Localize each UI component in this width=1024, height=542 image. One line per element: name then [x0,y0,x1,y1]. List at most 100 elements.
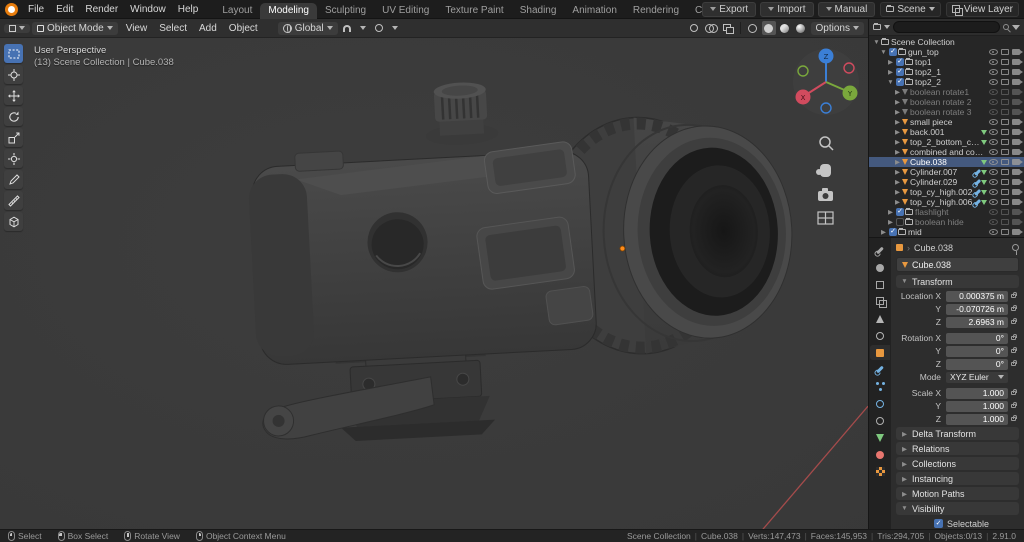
properties-tab-world[interactable] [870,328,890,343]
outliner-editor-icon[interactable] [873,22,881,30]
tab-animation[interactable]: Animation [564,3,624,19]
screen-icon[interactable] [1001,149,1009,155]
camera-icon[interactable] [1012,189,1023,195]
outliner-row-cube-038[interactable]: ▶ Cube.038 [869,157,1024,167]
outliner-row-top2-1[interactable]: ▶ ✓ top2_1 [869,67,1024,77]
outliner-row-boolean-hide[interactable]: ▶ boolean hide [869,217,1024,227]
field-z[interactable]: 1.000 [946,413,1008,425]
field-y[interactable]: 1.000 [946,400,1008,412]
field-location-x[interactable]: 0.000375 m [946,290,1008,302]
screen-icon[interactable] [1001,199,1009,205]
viewport-menu-add[interactable]: Add [193,22,223,35]
tool-scale-button[interactable] [4,128,23,147]
screen-icon[interactable] [1001,49,1009,55]
outliner-row-top-cy-high-006[interactable]: ▶ top_cy_high.006 [869,197,1024,207]
tool-select-box-button[interactable] [4,44,23,63]
eye-icon[interactable] [989,199,998,205]
expander-icon[interactable]: ▶ [879,228,888,236]
expander-icon[interactable]: ▶ [893,88,902,96]
expander-icon[interactable]: ▶ [886,68,895,76]
camera-icon[interactable] [1012,119,1023,125]
visibility-panel-header[interactable]: ▼ Visibility [896,502,1019,515]
camera-icon[interactable] [1012,229,1023,235]
camera-icon[interactable] [1012,89,1023,95]
outliner-row-top2-2[interactable]: ▼ ✓ top2_2 [869,77,1024,87]
expander-icon[interactable]: ▶ [893,98,902,106]
properties-tab-material[interactable] [870,447,890,462]
properties-tab-tool[interactable] [870,243,890,258]
snap-dropdown[interactable] [356,21,370,35]
expander-icon[interactable]: ▼ [879,49,888,56]
eye-icon[interactable] [989,139,998,145]
eye-icon[interactable] [989,229,998,235]
properties-tab-output[interactable] [870,277,890,292]
scene-selector[interactable]: Scene [880,1,941,17]
eye-icon[interactable] [989,189,998,195]
outliner-row-top-2-bottom-converted[interactable]: ▶ top_2_bottom_converted [869,137,1024,147]
eye-icon[interactable] [989,149,998,155]
import-button[interactable]: Import [760,1,814,17]
panel-relations[interactable]: ▶ Relations [896,442,1019,455]
screen-icon[interactable] [1001,219,1009,225]
lock-icon[interactable] [1011,360,1017,366]
field-y[interactable]: 0° [946,345,1008,357]
outliner-row-boolean-rotate1[interactable]: ▶ boolean rotate1 [869,87,1024,97]
eye-icon[interactable] [989,49,998,55]
outliner-row-top1[interactable]: ▶ ✓ top1 [869,57,1024,67]
camera-icon[interactable] [1012,69,1023,75]
outliner-row-top-cy-high-002[interactable]: ▶ top_cy_high.002 [869,187,1024,197]
object-name-field[interactable]: Cube.038 [896,257,1019,272]
screen-icon[interactable] [1001,179,1009,185]
collection-checkbox[interactable]: ✓ [889,228,897,236]
outliner-row-cylinder-007[interactable]: ▶ Cylinder.007 [869,167,1024,177]
lock-icon[interactable] [1011,389,1017,395]
outliner-row-small-piece[interactable]: ▶ small piece [869,117,1024,127]
camera-icon[interactable] [1012,219,1023,225]
menu-file[interactable]: File [22,3,50,16]
mode-dropdown[interactable]: Object Mode [32,21,118,35]
tab-uv-editing[interactable]: UV Editing [374,3,437,19]
properties-tab-object[interactable] [870,345,890,360]
field-z[interactable]: 0° [946,358,1008,370]
expander-icon[interactable]: ▶ [893,108,902,116]
outliner-row-cylinder-029[interactable]: ▶ Cylinder.029 [869,177,1024,187]
collection-checkbox[interactable]: ✓ [896,58,904,66]
manual-button[interactable]: Manual [817,1,876,17]
proportional-dropdown[interactable] [388,21,402,35]
editor-type-button[interactable] [4,23,30,33]
show-gizmo-icon[interactable] [687,21,701,35]
expander-icon[interactable]: ▶ [893,128,902,136]
tab-layout[interactable]: Layout [214,3,260,19]
eye-icon[interactable] [989,209,998,215]
outliner-row-flashlight[interactable]: ▶ ✓ flashlight [869,207,1024,217]
eye-icon[interactable] [989,119,998,125]
outliner-row-gun-top[interactable]: ▼ ✓ gun_top [869,47,1024,57]
camera-icon[interactable] [1012,179,1023,185]
expander-icon[interactable]: ▶ [886,218,895,226]
shading-solid-icon[interactable] [761,21,776,35]
outliner-row-mid[interactable]: ▶ ✓ mid [869,227,1024,237]
tab-sculpting[interactable]: Sculpting [317,3,374,19]
properties-tab-scene[interactable] [870,311,890,326]
properties-tab-render[interactable] [870,260,890,275]
camera-icon[interactable] [1012,159,1023,165]
eye-icon[interactable] [989,109,998,115]
panel-delta-transform[interactable]: ▶ Delta Transform [896,427,1019,440]
eye-icon[interactable] [989,179,998,185]
screen-icon[interactable] [1001,189,1009,195]
screen-icon[interactable] [1001,89,1009,95]
transform-orientation-dropdown[interactable]: Global [277,21,338,35]
menu-window[interactable]: Window [124,3,172,16]
tool-move-button[interactable] [4,86,23,105]
field-z[interactable]: 2.6963 m [946,316,1008,328]
tool-cursor-button[interactable] [4,65,23,84]
viewport-menu-object[interactable]: Object [223,22,264,35]
expander-icon[interactable]: ▶ [893,158,902,166]
camera-icon[interactable] [1012,199,1023,205]
eye-icon[interactable] [989,219,998,225]
lock-icon[interactable] [1011,292,1017,298]
tool-transform-button[interactable] [4,149,23,168]
eye-icon[interactable] [989,69,998,75]
filter-icon[interactable] [1012,24,1020,30]
eye-icon[interactable] [989,99,998,105]
